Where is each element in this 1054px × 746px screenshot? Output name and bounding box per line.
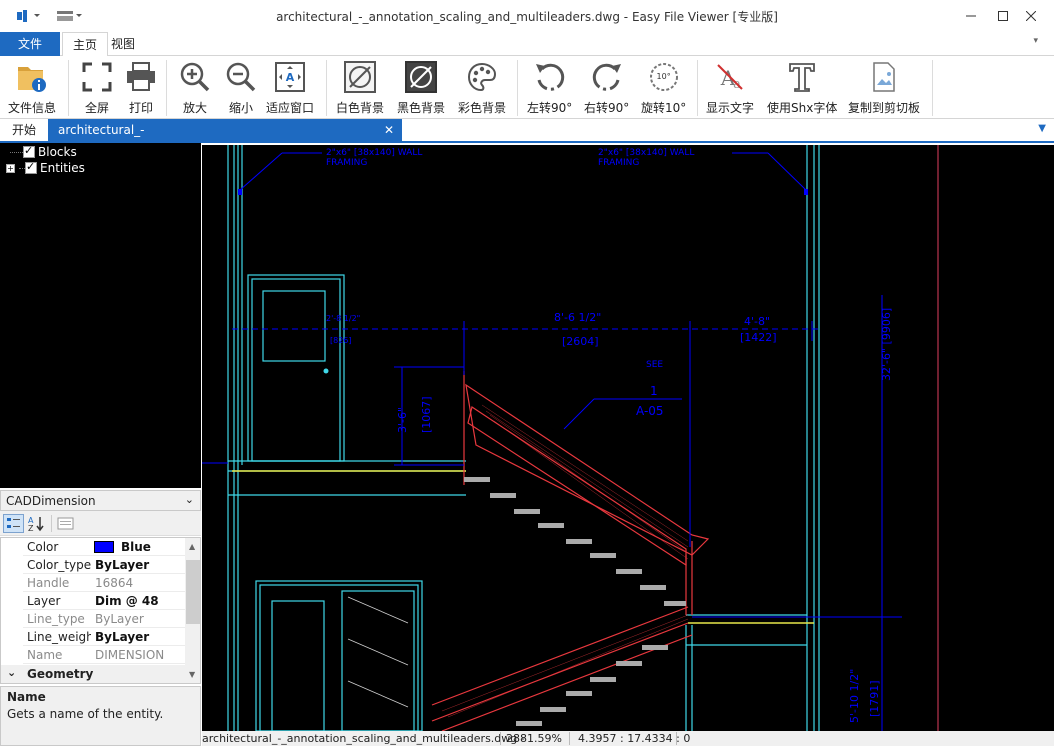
rotate-10-button[interactable]: 10° 旋转10° — [641, 59, 686, 117]
copy-image-icon — [867, 59, 901, 95]
label-wall-left: 2"x6" [38x140] WALL — [326, 148, 422, 158]
label-dim-vert: 3'-6" — [396, 407, 409, 433]
drawing-canvas[interactable]: 2"x6" [38x140] WALL FRAMING 2"x6" [38x14… — [202, 145, 1054, 731]
white-background-icon — [343, 59, 377, 95]
property-row-layer[interactable]: Layer Dim @ 48 — [1, 592, 185, 610]
label-dim-top: 8'-6 1/2" — [554, 311, 601, 324]
property-row-handle[interactable]: Handle 16864 — [1, 574, 185, 592]
rotate-10-icon: 10° — [647, 59, 681, 95]
zoom-out-button[interactable]: 缩小 — [224, 59, 258, 117]
svg-text:Z: Z — [28, 524, 34, 533]
svg-text:FRAMING: FRAMING — [598, 158, 639, 168]
status-file: architectural_-_annotation_scaling_and_m… — [202, 732, 525, 745]
palette-icon — [465, 59, 499, 95]
tab-view[interactable]: 视图 — [101, 32, 145, 56]
entity-tree: Blocks + Entities — [0, 143, 201, 488]
entity-type-select[interactable]: CADDimension ⌄ — [0, 490, 201, 511]
status-zoom: 2881.59% — [506, 732, 562, 745]
color-swatch — [94, 541, 114, 553]
color-background-button[interactable]: 彩色背景 — [458, 59, 506, 117]
tab-list-icon[interactable]: ▼ — [1038, 123, 1046, 134]
tree-item-blocks[interactable]: Blocks — [10, 144, 77, 160]
file-info-icon — [15, 59, 49, 95]
collapse-icon[interactable]: ⌄ — [7, 666, 16, 679]
white-background-button[interactable]: 白色背景 — [336, 59, 384, 117]
rotate-left-button[interactable]: 左转90° — [527, 59, 572, 117]
svg-text:2'-8 1/2": 2'-8 1/2" — [326, 314, 360, 323]
label-dim-right: 4'-8" — [744, 315, 770, 328]
svg-text:[1067]: [1067] — [420, 396, 433, 433]
zoom-in-button[interactable]: 放大 — [178, 59, 212, 117]
zoom-in-icon — [178, 59, 212, 95]
property-scrollbar[interactable]: ▲ ▼ — [185, 538, 200, 683]
tree-item-entities[interactable]: + Entities — [6, 160, 85, 176]
categorized-view-button[interactable] — [3, 514, 24, 533]
fit-window-icon: A — [273, 59, 307, 95]
svg-text:[826]: [826] — [330, 336, 352, 345]
label-ref-num: 1 — [650, 384, 658, 398]
tab-document[interactable]: architectural_-_annotation_scaling_and_m… — [48, 119, 402, 159]
window-title: architectural_-_annotation_scaling_and_m… — [276, 10, 778, 24]
property-toolbar: AZ — [0, 511, 201, 536]
show-text-button[interactable]: Aa 显示文字 — [706, 59, 754, 117]
label-see: SEE — [646, 360, 663, 370]
title-bar: architectural_-_annotation_scaling_and_m… — [0, 0, 1054, 32]
show-text-icon: Aa — [713, 59, 747, 95]
fit-window-button[interactable]: A 适应窗口 — [266, 59, 314, 117]
property-category-geometry[interactable]: ⌄ Geometry — [1, 665, 185, 683]
printer-icon — [124, 59, 158, 95]
entities-checkbox[interactable] — [25, 160, 37, 174]
zoom-out-icon — [224, 59, 258, 95]
shx-font-icon — [785, 59, 819, 95]
rotate-right-icon — [590, 59, 624, 95]
chevron-down-icon: ⌄ — [184, 493, 194, 506]
label-dim-far: 32'-6" [9906] — [880, 308, 893, 381]
copy-clipboard-button[interactable]: 复制到剪切板 — [848, 59, 920, 117]
document-tabs: 开始 architectural_-_annotation_scaling_an… — [0, 119, 1054, 159]
status-coords: 4.3957 : 17.4334 : 0 — [578, 732, 691, 745]
rotate-left-icon — [533, 59, 567, 95]
fullscreen-button[interactable]: 全屏 — [80, 59, 114, 117]
rotate-right-button[interactable]: 右转90° — [584, 59, 629, 117]
blocks-checkbox[interactable] — [23, 144, 35, 158]
svg-text:[2604]: [2604] — [562, 335, 599, 348]
label-dim-bottom: 5'-10 1/2" — [848, 669, 861, 723]
svg-text:FRAMING: FRAMING — [326, 158, 367, 168]
black-background-icon — [404, 59, 438, 95]
close-tab-icon[interactable]: ✕ — [384, 119, 394, 141]
label-ref-sheet: A-05 — [636, 404, 664, 418]
cad-drawing[interactable]: 2"x6" [38x140] WALL FRAMING 2"x6" [38x14… — [202, 145, 1054, 731]
tab-start[interactable]: 开始 — [2, 119, 46, 141]
sort-az-button[interactable]: AZ — [27, 514, 47, 533]
print-button[interactable]: 打印 — [124, 59, 158, 117]
close-button[interactable] — [1008, 0, 1054, 32]
ribbon: 文件信息 全屏 打印 放大 缩小 A 适应窗口 白色背景 黑色背景 彩色背景 左… — [0, 56, 1054, 119]
svg-text:[1791]: [1791] — [868, 680, 881, 717]
property-row-line-type[interactable]: Line_type ByLayer — [1, 610, 185, 628]
file-info-button[interactable]: 文件信息 — [8, 59, 56, 117]
svg-text:A: A — [286, 71, 295, 84]
status-bar: architectural_-_annotation_scaling_and_m… — [202, 731, 1054, 746]
property-grid: Color Blue Color_type ByLayer Handle 168… — [0, 537, 201, 684]
property-description: Name Gets a name of the entity. — [0, 686, 201, 746]
property-row-line-weight[interactable]: Line_weigh ByLayer — [1, 628, 185, 646]
svg-text:[1422]: [1422] — [740, 331, 777, 344]
ribbon-collapse-icon[interactable]: ▾ — [1033, 36, 1038, 46]
property-row-color[interactable]: Color Blue — [1, 538, 185, 556]
label-wall-right: 2"x6" [38x140] WALL — [598, 148, 694, 158]
property-row-name[interactable]: Name DIMENSION — [1, 646, 185, 664]
black-background-button[interactable]: 黑色背景 — [397, 59, 445, 117]
property-row-color-type[interactable]: Color_type ByLayer — [1, 556, 185, 574]
expand-icon[interactable]: + — [6, 163, 15, 173]
property-pages-button[interactable] — [56, 514, 76, 533]
tab-file[interactable]: 文件 — [0, 32, 60, 56]
use-shx-font-button[interactable]: 使用Shx字体 — [767, 59, 837, 117]
ribbon-tabs: 文件 主页 视图 ▾ — [0, 32, 1054, 57]
fullscreen-icon — [80, 59, 114, 95]
